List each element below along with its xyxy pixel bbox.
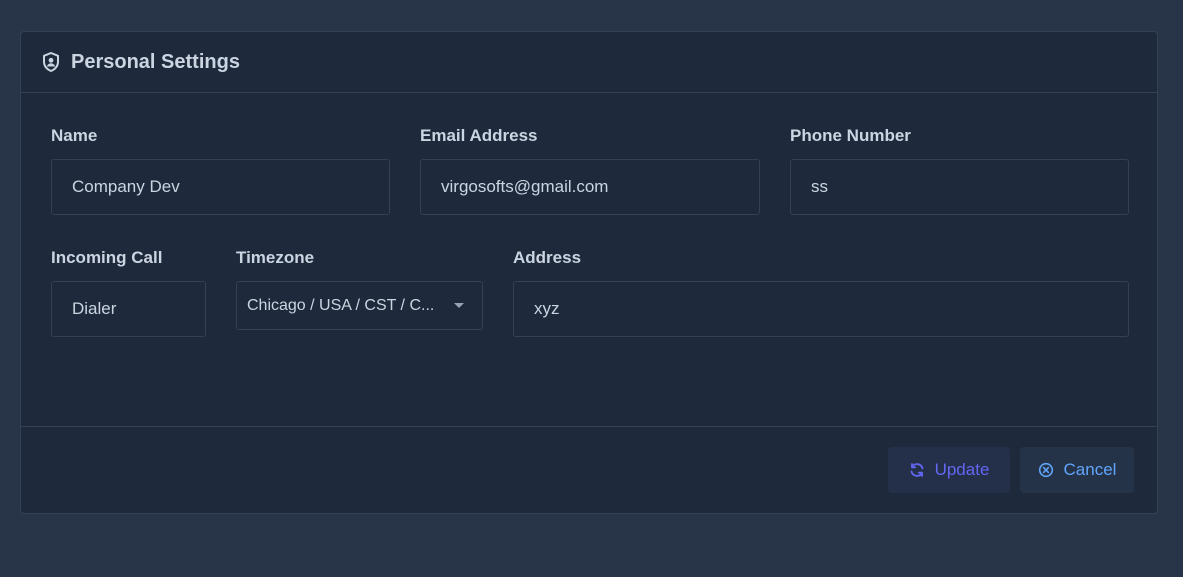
timezone-select[interactable]: Chicago / USA / CST / C... [236, 281, 483, 330]
card-header: Personal Settings [21, 32, 1157, 93]
timezone-field-group: Timezone Chicago / USA / CST / C... [236, 248, 483, 330]
name-field-group: Name Company Dev [51, 126, 390, 215]
incoming-call-input[interactable]: Dialer [51, 281, 206, 337]
cancel-button[interactable]: Cancel [1020, 447, 1134, 493]
update-button[interactable]: Update [888, 447, 1010, 493]
name-label: Name [51, 126, 98, 145]
phone-field-group: Phone Number ss [790, 126, 1129, 215]
name-input[interactable]: Company Dev [51, 159, 390, 215]
phone-label: Phone Number [790, 126, 911, 145]
email-label: Email Address [420, 126, 538, 145]
address-label: Address [513, 248, 582, 267]
update-label: Update [934, 460, 990, 479]
cancel-label: Cancel [1063, 460, 1117, 479]
address-input[interactable]: xyz [513, 281, 1129, 337]
personal-settings-card: Personal Settings Name Company Dev Email… [20, 31, 1158, 514]
shield-user-icon [41, 52, 61, 72]
timezone-selected-value: Chicago / USA / CST / C... [247, 296, 435, 314]
timezone-label: Timezone [236, 248, 315, 267]
form-body: Name Company Dev Email Address virgosoft… [21, 93, 1157, 427]
incoming-call-field-group: Incoming Call Dialer [51, 248, 206, 337]
email-field-group: Email Address virgosofts@gmail.com [420, 126, 760, 215]
email-input[interactable]: virgosofts@gmail.com [420, 159, 760, 215]
close-circle-icon [1038, 462, 1054, 478]
card-footer: Update Cancel [21, 427, 1157, 513]
chevron-down-icon [454, 303, 464, 308]
refresh-icon [909, 462, 925, 478]
page-title: Personal Settings [71, 50, 240, 73]
phone-input[interactable]: ss [790, 159, 1129, 215]
address-field-group: Address xyz [513, 248, 1129, 337]
incoming-call-label: Incoming Call [51, 248, 163, 267]
